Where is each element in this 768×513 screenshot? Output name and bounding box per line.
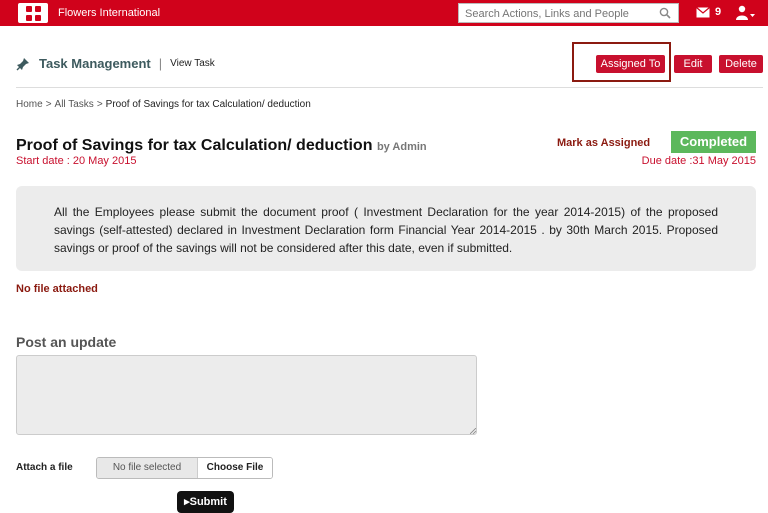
company-name[interactable]: Flowers International <box>58 7 160 19</box>
submit-button[interactable]: ▸Submit <box>177 491 234 513</box>
choose-file-button[interactable]: Choose File <box>198 458 272 478</box>
page-header: Task Management | View Task <box>16 56 215 71</box>
mark-as-assigned-link[interactable]: Mark as Assigned <box>557 137 650 149</box>
task-title: Proof of Savings for tax Calculation/ de… <box>16 137 373 154</box>
top-navbar: Flowers International 9 <box>0 0 768 26</box>
attachment-status: No file attached <box>16 283 98 295</box>
search-input[interactable] <box>459 5 649 23</box>
messages-button[interactable]: 9 <box>696 6 721 18</box>
view-task-label: View Task <box>170 58 215 69</box>
update-textarea[interactable] <box>16 355 477 435</box>
file-input[interactable]: No file selected Choose File <box>96 457 273 479</box>
divider <box>16 87 763 88</box>
breadcrumb-home[interactable]: Home <box>16 99 43 110</box>
due-date: Due date :31 May 2015 <box>641 155 756 167</box>
attach-file-label: Attach a file <box>16 462 73 473</box>
breadcrumb: Home > All Tasks > Proof of Savings for tax … <box>16 99 311 110</box>
breadcrumb-all-tasks[interactable]: All Tasks <box>55 99 94 110</box>
breadcrumb-current: Proof of Savings for tax Calculation/ de… <box>105 99 311 110</box>
search-box[interactable] <box>458 3 679 23</box>
header-separator: | <box>158 56 163 71</box>
task-title-row: Proof of Savings for tax Calculation/ de… <box>16 137 427 155</box>
delete-button[interactable]: Delete <box>719 55 763 73</box>
mail-icon <box>696 6 710 17</box>
message-count: 9 <box>715 6 722 18</box>
apps-grid-icon[interactable] <box>18 3 48 23</box>
submit-label: Submit <box>189 496 227 508</box>
start-date: Start date : 20 May 2015 <box>16 155 137 167</box>
section-title[interactable]: Task Management <box>39 56 151 71</box>
task-description: All the Employees please submit the docu… <box>16 186 756 271</box>
search-icon[interactable] <box>659 7 671 19</box>
resize-handle-icon[interactable] <box>470 428 476 434</box>
user-menu-icon[interactable] <box>736 5 756 21</box>
post-update-heading: Post an update <box>16 334 117 350</box>
task-author: by Admin <box>376 141 427 153</box>
pin-icon <box>16 57 29 70</box>
status-badge: Completed <box>671 131 756 153</box>
assigned-to-button[interactable]: Assigned To <box>596 55 665 73</box>
edit-button[interactable]: Edit <box>674 55 712 73</box>
file-status: No file selected <box>97 458 198 478</box>
